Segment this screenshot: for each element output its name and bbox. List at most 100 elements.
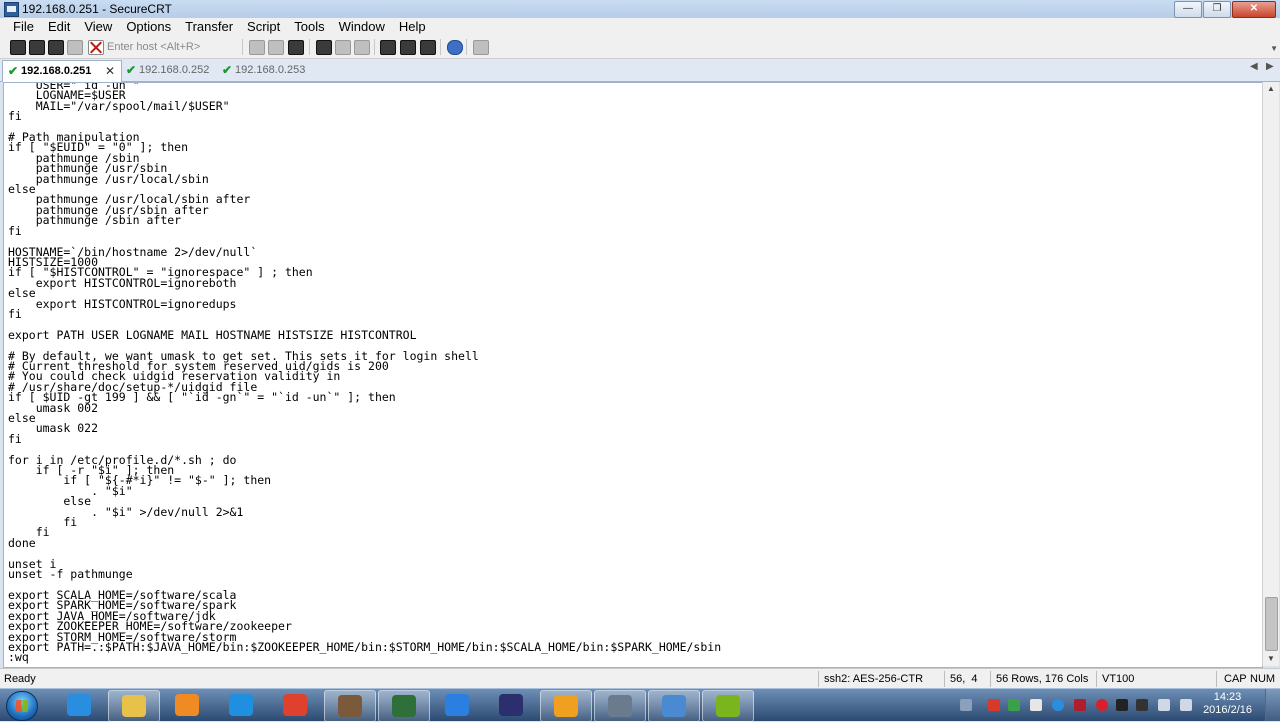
terminal-line: fi bbox=[8, 306, 22, 321]
taskbar-app-button[interactable] bbox=[216, 690, 266, 720]
terminal-line: export PATH USER LOGNAME MAIL HOSTNAME H… bbox=[8, 327, 417, 342]
taskbar-app-button[interactable] bbox=[702, 690, 754, 722]
media-player-icon bbox=[175, 694, 199, 716]
user-tray-icon[interactable] bbox=[1136, 699, 1148, 711]
disconnect-icon[interactable] bbox=[88, 40, 104, 55]
sftp-icon[interactable] bbox=[473, 40, 489, 55]
terminal-line: export PATH=.:$PATH:$JAVA_HOME/bin:$ZOOK… bbox=[8, 639, 722, 654]
tab-label: 192.168.0.253 bbox=[235, 64, 306, 76]
tab-session-253[interactable]: ✔ 192.168.0.253 bbox=[217, 60, 331, 80]
cloud-tray-icon[interactable] bbox=[1052, 699, 1064, 711]
terminal-line: MAIL="/var/spool/mail/$USER" bbox=[8, 98, 230, 113]
antivirus-tray-icon[interactable] bbox=[1074, 699, 1086, 711]
notes-app-icon bbox=[445, 694, 469, 716]
menu-window[interactable]: Window bbox=[332, 18, 392, 36]
tab-session-251[interactable]: ✔ 192.168.0.251 ✕ bbox=[2, 60, 122, 82]
terminal-line: fi bbox=[8, 431, 22, 446]
show-desktop-button[interactable] bbox=[1265, 689, 1280, 721]
volume-tray-icon[interactable] bbox=[1180, 699, 1192, 711]
minimize-button[interactable]: — bbox=[1174, 1, 1202, 18]
reconnect-icon[interactable] bbox=[67, 40, 83, 55]
find-icon[interactable] bbox=[288, 40, 304, 55]
start-button[interactable] bbox=[6, 691, 38, 721]
network-connect-icon bbox=[392, 695, 416, 717]
menu-view[interactable]: View bbox=[77, 18, 119, 36]
taskbar-app-button[interactable] bbox=[432, 690, 482, 720]
security-tray-icon[interactable] bbox=[988, 699, 1000, 711]
taskbar-app-button[interactable] bbox=[108, 690, 160, 722]
taskbar-clock[interactable]: 14:23 2016/2/16 bbox=[1203, 691, 1252, 717]
menu-help[interactable]: Help bbox=[392, 18, 433, 36]
connect-in-tab-icon[interactable] bbox=[48, 40, 64, 55]
taskbar-app-button[interactable] bbox=[54, 690, 104, 720]
toolbar-separator bbox=[440, 39, 441, 55]
taskbar-app-button[interactable] bbox=[540, 690, 592, 722]
connect-icon[interactable] bbox=[10, 40, 26, 55]
window-title: 192.168.0.251 - SecureCRT bbox=[22, 2, 172, 16]
scrollbar-thumb[interactable] bbox=[1265, 597, 1278, 651]
menu-options[interactable]: Options bbox=[119, 18, 178, 36]
mindmap-icon bbox=[716, 695, 740, 717]
network-tray-icon[interactable] bbox=[1158, 699, 1170, 711]
taskbar-app-button[interactable] bbox=[486, 690, 536, 720]
clock-time: 14:23 bbox=[1213, 691, 1242, 703]
status-emulation: VT100 bbox=[1102, 673, 1135, 685]
scroll-down-icon[interactable]: ▼ bbox=[1263, 652, 1279, 666]
key-icon[interactable] bbox=[420, 40, 436, 55]
terminal-scrollbar[interactable]: ▲ ▼ bbox=[1262, 82, 1279, 666]
terminal-line: unset -f pathmunge bbox=[8, 567, 133, 582]
remote-desktop-icon bbox=[662, 695, 686, 717]
print-icon[interactable] bbox=[316, 40, 332, 55]
scroll-up-icon[interactable]: ▲ bbox=[1263, 82, 1279, 96]
help-icon[interactable] bbox=[447, 40, 463, 55]
taskbar-app-button[interactable] bbox=[162, 690, 212, 720]
windows-taskbar: 14:23 2016/2/16 bbox=[0, 688, 1280, 722]
app-tray-icon[interactable] bbox=[1008, 699, 1020, 711]
terminal-screen[interactable]: USER="`id -un`" LOGNAME=$USER MAIL="/var… bbox=[3, 82, 1263, 668]
toolbar-separator bbox=[374, 39, 375, 55]
copy-icon[interactable] bbox=[249, 40, 265, 55]
status-divider bbox=[818, 671, 819, 687]
menu-file[interactable]: File bbox=[0, 18, 41, 36]
tab-scroll-left-icon[interactable]: ◀ bbox=[1250, 61, 1258, 72]
taskbar-app-button[interactable] bbox=[594, 690, 646, 722]
status-caps-lock: CAP bbox=[1224, 673, 1247, 685]
taskbar-app-button[interactable] bbox=[378, 690, 430, 722]
print-setup-icon[interactable] bbox=[354, 40, 370, 55]
utility-tool-icon bbox=[338, 695, 362, 717]
grid-tray-icon[interactable] bbox=[1030, 699, 1042, 711]
quick-connect-icon[interactable] bbox=[29, 40, 45, 55]
quick-connect-input[interactable]: Enter host <Alt+R> bbox=[107, 39, 235, 55]
close-button[interactable]: ✕ bbox=[1232, 1, 1276, 18]
status-cipher: ssh2: AES-256-CTR bbox=[824, 673, 924, 685]
window-controls: — ❐ ✕ bbox=[1174, 1, 1276, 18]
toolbar-separator bbox=[466, 39, 467, 55]
menu-tools[interactable]: Tools bbox=[287, 18, 331, 36]
clock-date: 2016/2/16 bbox=[1203, 704, 1252, 716]
menu-edit[interactable]: Edit bbox=[41, 18, 77, 36]
tab-scroll-right-icon[interactable]: ▶ bbox=[1266, 61, 1274, 72]
connected-check-icon: ✔ bbox=[8, 64, 19, 78]
qq-tray-icon[interactable] bbox=[1116, 699, 1128, 711]
global-options-icon[interactable] bbox=[400, 40, 416, 55]
close-tab-icon[interactable]: ✕ bbox=[105, 61, 115, 81]
taskbar-app-button[interactable] bbox=[270, 690, 320, 720]
terminal-line: fi bbox=[8, 109, 22, 124]
toolbar-overflow-icon[interactable]: ▼ bbox=[1270, 44, 1278, 53]
terminal-output: USER="`id -un`" LOGNAME=$USER MAIL="/var… bbox=[8, 83, 722, 663]
toolbar-separator bbox=[309, 39, 310, 55]
file-explorer-icon bbox=[122, 695, 146, 717]
print-selection-icon[interactable] bbox=[335, 40, 351, 55]
menu-transfer[interactable]: Transfer bbox=[178, 18, 240, 36]
menu-script[interactable]: Script bbox=[240, 18, 287, 36]
paste-icon[interactable] bbox=[268, 40, 284, 55]
weibo-tray-icon[interactable] bbox=[1096, 699, 1108, 711]
taskbar-app-button[interactable] bbox=[648, 690, 700, 722]
terminal-line: fi bbox=[8, 223, 22, 238]
maximize-button[interactable]: ❐ bbox=[1203, 1, 1231, 18]
status-divider bbox=[990, 671, 991, 687]
session-options-icon[interactable] bbox=[380, 40, 396, 55]
taskbar-app-button[interactable] bbox=[324, 690, 376, 722]
terminal-line: export HISTCONTROL=ignoredups bbox=[8, 296, 237, 311]
keyboard-tray-icon[interactable] bbox=[960, 699, 972, 711]
